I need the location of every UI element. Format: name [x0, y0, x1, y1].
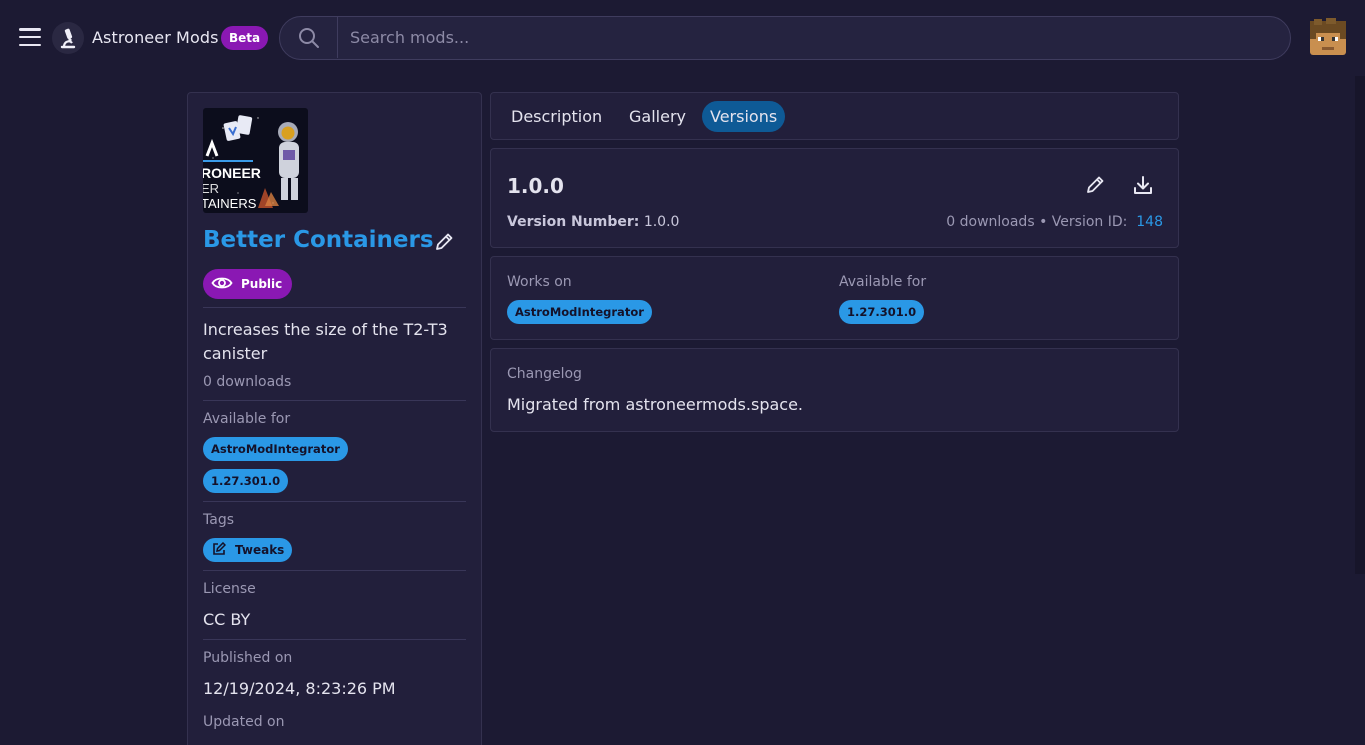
tab-bar: Description Gallery Versions — [490, 92, 1179, 140]
version-card: 1.0.0 Version Number: 1.0.0 0 downloads … — [490, 148, 1179, 248]
works-on-chip[interactable]: AstroModIntegrator — [507, 300, 652, 324]
avatar-icon[interactable] — [1308, 17, 1348, 57]
search-input[interactable] — [338, 17, 1290, 58]
brand-name[interactable]: Astroneer Mods — [92, 28, 219, 47]
available-for-chip[interactable]: AstroModIntegrator — [203, 437, 348, 461]
compatibility-card: Works on AstroModIntegrator Available fo… — [490, 256, 1179, 340]
visibility-badge: Public — [203, 269, 293, 299]
download-count: 0 downloads — [203, 374, 292, 390]
published-label: Published on — [203, 650, 293, 666]
version-id-label: Version ID: — [1051, 214, 1128, 230]
available-for-chip[interactable]: 1.27.301.0 — [839, 300, 925, 324]
thumbnail-text-line: TAINERS — [203, 196, 257, 211]
available-for-label: Available for — [203, 411, 291, 427]
tag-chip-tweaks[interactable]: Tweaks — [203, 538, 293, 562]
available-for-label: Available for — [839, 274, 927, 290]
version-number-value: 1.0.0 — [643, 214, 680, 230]
license-label: License — [203, 581, 256, 597]
tags-label: Tags — [203, 512, 234, 528]
search-icon[interactable] — [280, 17, 338, 58]
changelog-label: Changelog — [507, 366, 582, 382]
mod-description: Increases the size of the T2-T3 canister — [203, 320, 448, 363]
search-bar — [279, 16, 1291, 60]
mod-thumbnail: RONEER ER TAINERS — [203, 108, 308, 213]
thumbnail-text-line: ER — [203, 181, 219, 196]
page-scrollbar[interactable] — [1355, 76, 1365, 574]
menu-icon[interactable] — [18, 26, 42, 48]
works-on-label: Works on — [507, 274, 572, 290]
tab-gallery[interactable]: Gallery — [621, 101, 694, 132]
eye-icon — [211, 275, 233, 294]
license-value: CC BY — [203, 610, 251, 629]
changelog-card: Changelog Migrated from astroneermods.sp… — [490, 348, 1179, 432]
top-bar: Astroneer Mods Beta — [0, 0, 1365, 76]
version-id-value[interactable]: 148 — [1136, 214, 1163, 230]
divider — [203, 639, 466, 640]
version-number: Version Number: 1.0.0 — [507, 214, 679, 230]
divider — [203, 501, 466, 502]
published-value: 12/19/2024, 8:23:26 PM — [203, 679, 396, 698]
pencil-icon[interactable] — [433, 231, 455, 253]
visibility-label: Public — [241, 277, 283, 291]
version-downloads: 0 downloads — [946, 214, 1035, 230]
thumbnail-text-line: RONEER — [203, 165, 261, 181]
divider — [203, 400, 466, 401]
microscope-logo-icon[interactable] — [52, 22, 84, 54]
beta-badge: Beta — [221, 26, 269, 50]
changelog-text: Migrated from astroneermods.space. — [507, 395, 803, 414]
download-icon[interactable] — [1132, 174, 1154, 196]
divider — [203, 307, 466, 308]
divider — [203, 570, 466, 571]
version-title: 1.0.0 — [507, 174, 564, 198]
edit-tag-icon — [212, 541, 227, 559]
available-for-chip[interactable]: 1.27.301.0 — [203, 469, 289, 493]
meta-separator: • — [1039, 214, 1048, 230]
pencil-icon[interactable] — [1084, 174, 1106, 196]
version-meta: 0 downloads • Version ID: 148 — [946, 214, 1163, 230]
updated-label: Updated on — [203, 714, 285, 730]
tab-versions[interactable]: Versions — [702, 101, 786, 132]
tab-description[interactable]: Description — [503, 101, 610, 132]
tag-label: Tweaks — [235, 543, 285, 557]
mod-title: Better Containers — [203, 227, 434, 253]
version-number-label: Version Number: — [507, 214, 640, 230]
mod-info-card: RONEER ER TAINERS Better Containers Publ… — [187, 92, 482, 745]
